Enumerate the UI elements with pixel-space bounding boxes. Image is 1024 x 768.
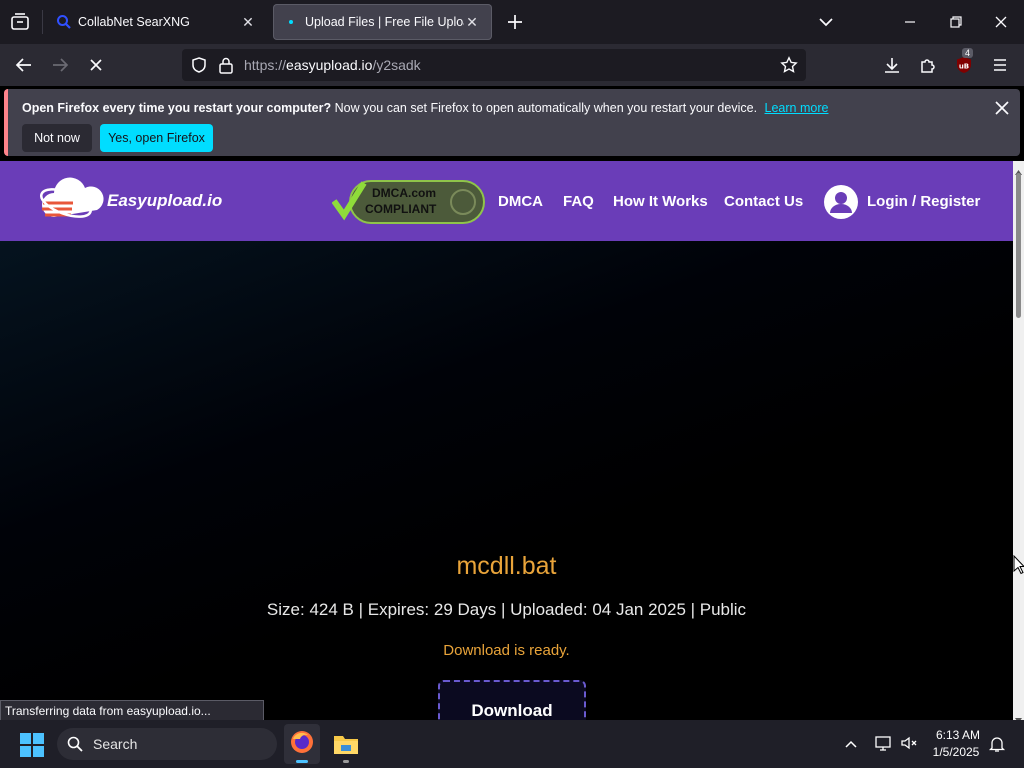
tab-collabnet-searxng[interactable]: CollabNet SearXNG ✕ [44,4,268,40]
url-prefix: https:// [244,57,287,73]
close-notification-icon[interactable] [993,99,1011,117]
tab-upload-files[interactable]: Upload Files | Free File Upload a ✕ [273,4,492,40]
windows-start-icon[interactable] [20,733,44,757]
nav-link-faq[interactable]: FAQ [563,193,594,210]
notifications-bell-icon[interactable] [988,735,1006,753]
file-metadata: Size: 424 B | Expires: 29 Days | Uploade… [266,600,747,619]
page-scrollbar[interactable] [1013,161,1024,723]
search-icon [67,736,83,752]
scroll-up-arrow-icon[interactable] [1015,162,1022,175]
hamburger-menu-icon[interactable] [986,52,1014,78]
downloads-icon[interactable] [878,52,906,78]
download-page-content: mcdll.bat Size: 424 B | Expires: 29 Days… [0,241,1013,720]
dmca-compliant-badge[interactable]: DMCA.com COMPLIANT [332,179,487,225]
lock-icon[interactable] [218,56,234,74]
scroll-down-arrow-icon[interactable] [1015,711,1022,723]
notification-message: Open Firefox every time you restart your… [22,101,828,115]
url-host: easyupload.io [286,57,373,73]
yes-open-firefox-button[interactable]: Yes, open Firefox [100,124,213,152]
dmca-badge-line-2: COMPLIANT [365,202,437,216]
taskbar-search-box[interactable]: Search [57,728,277,760]
download-button[interactable]: Download [438,680,586,720]
stop-loading-icon[interactable] [82,52,110,78]
list-all-tabs-chevron-icon[interactable] [816,12,836,32]
site-header: Easyupload.io DMCA.com COMPLIANT DMCA FA… [0,161,1013,241]
file-name: mcdll.bat [456,552,557,580]
dmca-badge-line-1: DMCA.com [372,186,437,200]
show-hidden-icons-chevron-icon[interactable] [843,736,859,752]
tracking-protection-shield-icon[interactable] [190,56,208,74]
navigation-toolbar: https://easyupload.io/y2sadk uB 4 [0,44,1024,86]
ublock-origin-icon[interactable]: uB 4 [950,48,978,78]
running-app-indicator [343,760,349,763]
loading-favicon-icon [285,16,297,28]
volume-muted-icon[interactable] [900,734,918,752]
login-register-link[interactable]: Login / Register [824,185,994,219]
logo-text: Easyupload.io [107,191,223,210]
user-avatar-icon [824,185,858,219]
tab-label: Upload Files | Free File Upload a [305,15,464,29]
close-window-icon[interactable] [991,12,1011,32]
taskbar-firefox-icon[interactable] [284,724,320,764]
nav-link-dmca[interactable]: DMCA [498,193,543,210]
extensions-puzzle-icon[interactable] [914,52,942,78]
mouse-cursor-icon [1013,554,1024,575]
url-path: /y2sadk [372,57,421,73]
close-tab-icon[interactable]: ✕ [464,14,480,31]
extension-badge-count: 4 [962,48,974,58]
default-browser-notification: Open Firefox every time you restart your… [4,89,1020,156]
search-favicon-icon [56,14,72,30]
taskbar-file-explorer-icon[interactable] [328,724,364,764]
forward-arrow-icon[interactable] [46,52,74,78]
windows-taskbar: Search 6:13 AM 1/5/2025 [0,720,1024,768]
search-label: Search [93,736,138,752]
network-icon[interactable] [874,734,892,752]
back-arrow-icon[interactable] [10,52,38,78]
learn-more-link[interactable]: Learn more [765,101,829,115]
svg-text:uB: uB [959,63,969,71]
minimize-icon[interactable] [900,12,920,32]
close-tab-icon[interactable]: ✕ [240,14,256,31]
easyupload-logo[interactable]: Easyupload.io [40,173,240,233]
active-app-indicator [296,760,308,763]
restore-icon[interactable] [946,12,966,32]
clock-time[interactable]: 6:13 AM [930,728,986,742]
bookmark-star-icon[interactable] [780,56,798,74]
tab-overview-icon[interactable] [10,12,30,32]
tab-label: CollabNet SearXNG [78,15,190,29]
tab-strip: CollabNet SearXNG ✕ Upload Files | Free … [0,0,1024,44]
tab-divider [42,10,43,34]
cloud-logo-icon [40,177,104,218]
clock-date[interactable]: 1/5/2025 [926,745,986,759]
notification-body: Now you can set Firefox to open automati… [334,101,758,115]
download-ready-status: Download is ready. [443,642,570,659]
url-text[interactable]: https://easyupload.io/y2sadk [244,57,421,73]
not-now-button[interactable]: Not now [22,124,92,152]
login-register-label: Login / Register [867,193,981,210]
address-bar[interactable]: https://easyupload.io/y2sadk [182,49,806,81]
new-tab-plus-icon[interactable] [505,12,525,32]
nav-link-contact-us[interactable]: Contact Us [724,193,803,210]
scrollbar-thumb[interactable] [1016,173,1021,318]
status-bar: Transferring data from easyupload.io... [0,700,264,721]
notification-title: Open Firefox every time you restart your… [22,101,332,115]
nav-link-how-it-works[interactable]: How It Works [613,193,708,210]
